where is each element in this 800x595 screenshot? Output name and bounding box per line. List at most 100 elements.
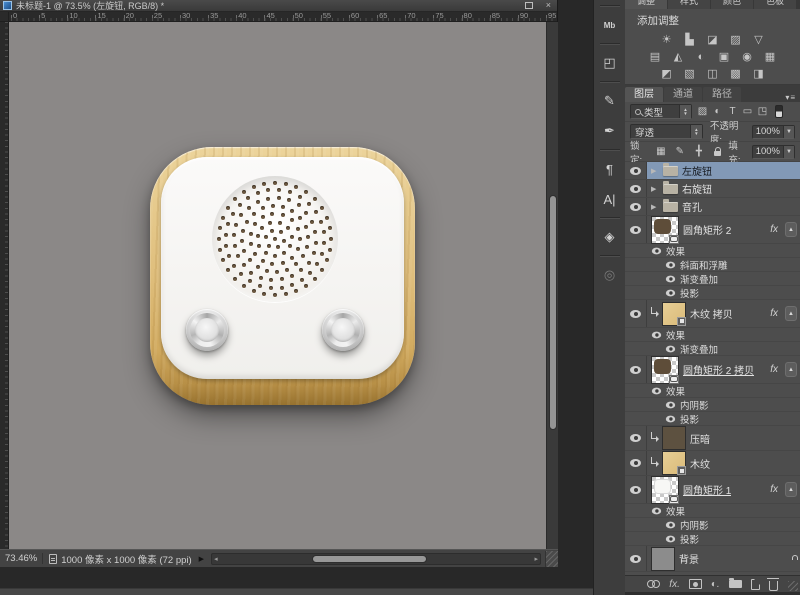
expand-arrow-icon[interactable]: ▶ [651, 167, 659, 175]
eye-icon[interactable] [666, 415, 675, 422]
add-mask-icon[interactable] [689, 579, 702, 589]
filter-kind-dropdown[interactable]: 类型 ▲▼ [630, 104, 692, 119]
tab-1[interactable]: 调整 [625, 0, 667, 9]
effect-row[interactable]: 渐变叠加 [625, 272, 800, 286]
effects-header-row[interactable]: 效果 [625, 504, 800, 518]
filter-type-icon[interactable]: T [725, 105, 740, 119]
layer-thumbnail[interactable] [662, 302, 686, 326]
tab-3[interactable]: 颜色 [711, 0, 753, 9]
tool-presets-icon[interactable]: ✒ [597, 118, 623, 144]
brightness-contrast-icon[interactable]: ☀ [658, 32, 675, 47]
clone-source-icon[interactable]: ◰ [597, 50, 623, 76]
effect-row[interactable]: 渐变叠加 [625, 342, 800, 356]
eye-icon[interactable] [630, 203, 641, 211]
layer-thumbnail[interactable] [651, 547, 675, 571]
delete-layer-icon[interactable] [769, 578, 778, 591]
close-button[interactable]: × [543, 1, 554, 10]
eye-icon[interactable] [630, 366, 641, 374]
review-panel-icon[interactable]: ◎ [597, 262, 623, 288]
layer-row-main[interactable]: 圆角矩形 2 拷贝fx▲ [647, 356, 800, 383]
eye-icon[interactable] [666, 401, 675, 408]
panel-menu-icon[interactable]: ▾≡ [785, 93, 800, 102]
lock-position-icon[interactable]: ╋ [691, 145, 706, 159]
layer-row[interactable]: 圆角矩形 1fx▲ [625, 476, 800, 504]
layer-thumbnail[interactable] [651, 216, 679, 244]
eye-icon[interactable] [652, 331, 661, 338]
tab-paths[interactable]: 路径 [703, 87, 741, 102]
invert-icon[interactable]: ◩ [658, 66, 675, 81]
visibility-cell[interactable] [625, 451, 647, 475]
threshold-icon[interactable]: ◫ [704, 66, 721, 81]
visibility-cell[interactable] [625, 356, 647, 383]
layer-thumbnail[interactable] [651, 356, 679, 384]
maximize-button[interactable] [525, 2, 533, 9]
eye-icon[interactable] [666, 345, 675, 352]
layer-row[interactable]: 木纹 拷贝fx▲ [625, 300, 800, 328]
expand-arrow-icon[interactable]: ▶ [651, 185, 659, 193]
visibility-cell[interactable] [625, 216, 647, 243]
mini-bridge-icon[interactable]: Mb [597, 12, 623, 38]
layer-row-main[interactable]: 木纹 拷贝fx▲ [647, 300, 800, 327]
tab-2[interactable]: 样式 [668, 0, 710, 9]
eye-icon[interactable] [630, 310, 641, 318]
curves-icon[interactable]: ◪ [704, 32, 721, 47]
layer-row-main[interactable]: 圆角矩形 2fx▲ [647, 216, 800, 243]
collapse-effects-icon[interactable]: ▲ [785, 362, 797, 377]
photo-filter-icon[interactable]: ▣ [716, 49, 733, 64]
paragraph-panel-icon[interactable]: ¶ [597, 156, 623, 182]
horizontal-scrollbar-thumb[interactable] [312, 555, 427, 563]
layer-row-main[interactable]: 圆角矩形 1fx▲ [647, 476, 800, 503]
layer-row-main[interactable]: ▶音孔 [647, 198, 800, 215]
visibility-cell[interactable] [625, 300, 647, 327]
layer-row-main[interactable]: ▶右旋钮 [647, 180, 800, 197]
posterize-icon[interactable]: ▧ [681, 66, 698, 81]
layer-row[interactable]: 圆角矩形 2 拷贝fx▲ [625, 356, 800, 384]
canvas[interactable] [9, 22, 546, 549]
layer-style-icon[interactable]: fx. [669, 579, 680, 590]
link-layers-icon[interactable] [647, 580, 660, 588]
layer-row[interactable]: 背景 [625, 546, 800, 572]
eye-icon[interactable] [652, 247, 661, 254]
collapse-effects-icon[interactable]: ▲ [785, 222, 797, 237]
tab-channels[interactable]: 通道 [664, 87, 702, 102]
layer-thumbnail[interactable] [662, 426, 686, 450]
window-resize-grip[interactable] [545, 551, 558, 567]
black-white-icon[interactable]: ◐ [693, 49, 710, 64]
layer-row-main[interactable]: 背景 [647, 546, 800, 571]
effects-header-row[interactable]: 效果 [625, 328, 800, 342]
filter-adjustment-icon[interactable]: ◐ [710, 105, 725, 119]
visibility-cell[interactable] [625, 162, 647, 179]
fx-label[interactable]: fx [770, 308, 778, 319]
eye-icon[interactable] [666, 535, 675, 542]
layer-row[interactable]: ▶音孔 [625, 198, 800, 216]
effect-row[interactable]: 投影 [625, 412, 800, 426]
3d-panel-icon[interactable]: ◈ [597, 224, 623, 250]
vertical-scrollbar[interactable] [546, 22, 558, 549]
eye-icon[interactable] [630, 167, 641, 175]
eye-icon[interactable] [666, 261, 675, 268]
fx-label[interactable]: fx [770, 364, 778, 375]
horizontal-scrollbar[interactable]: ◂ ▸ [211, 553, 541, 565]
effect-row[interactable]: 斜面和浮雕 [625, 258, 800, 272]
eye-icon[interactable] [666, 275, 675, 282]
vertical-scrollbar-thumb[interactable] [549, 195, 557, 430]
layer-row[interactable]: ▶左旋钮 [625, 162, 800, 180]
eye-icon[interactable] [630, 185, 641, 193]
character-panel-icon[interactable]: A| [597, 186, 623, 212]
layer-thumbnail[interactable] [662, 451, 686, 475]
eye-icon[interactable] [666, 289, 675, 296]
tab-4[interactable]: 色板 [754, 0, 796, 9]
layer-row[interactable]: 圆角矩形 2fx▲ [625, 216, 800, 244]
layer-row-main[interactable]: 压暗 [647, 426, 800, 450]
eye-icon[interactable] [630, 459, 641, 467]
effect-row[interactable]: 投影 [625, 286, 800, 300]
layer-thumbnail[interactable] [651, 476, 679, 504]
channel-mixer-icon[interactable]: ◉ [739, 49, 756, 64]
effect-row[interactable]: 内阴影 [625, 518, 800, 532]
eye-icon[interactable] [666, 521, 675, 528]
tab-layers[interactable]: 图层 [625, 87, 663, 102]
eye-icon[interactable] [652, 507, 661, 514]
document-titlebar[interactable]: 未标题-1 @ 73.5% (左旋钮, RGB/8) * × [0, 0, 557, 12]
status-popup-arrow[interactable]: ▶ [199, 555, 204, 563]
lock-transparency-icon[interactable]: ▦ [653, 145, 668, 159]
